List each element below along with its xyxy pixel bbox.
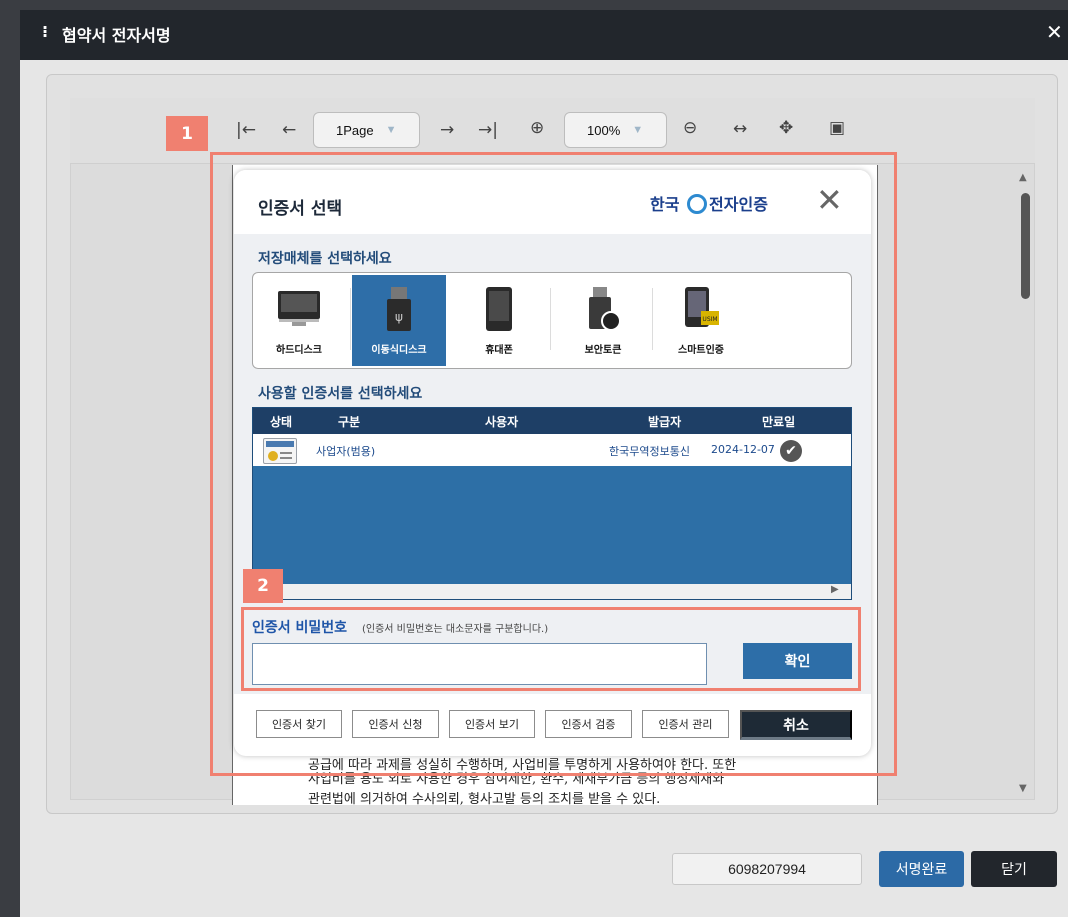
close-icon[interactable]: ✕ (816, 184, 843, 216)
storage-label-text: 휴대폰 (485, 345, 513, 356)
column-header: 발급자 (648, 415, 682, 429)
annotation-badge-1: 1 (166, 116, 208, 151)
verify-cert-button[interactable]: 인증서 검증 (545, 710, 632, 738)
svg-text:ψ: ψ (395, 310, 403, 324)
last-page-icon[interactable]: →| (478, 120, 498, 140)
cert-issuer: 한국무역정보통신 (609, 445, 690, 458)
scrollbar-thumb[interactable] (1021, 193, 1030, 299)
zoom-select[interactable]: 100% ▼ (564, 112, 667, 148)
document-text-line: 사업비를 용도 외로 사용한 경우 참여제한, 환수, 제재부가금 등의 행정제… (308, 772, 725, 787)
column-header: 구분 (338, 415, 361, 429)
zoom-select-value: 100% (587, 122, 621, 138)
apply-cert-button[interactable]: 인증서 신청 (352, 710, 439, 738)
certificate-icon (263, 438, 297, 464)
next-page-icon[interactable]: → (440, 120, 454, 140)
password-hint: (인증서 비밀번호는 대소문자를 구분합니다.) (362, 624, 549, 635)
storage-label-text: 보안토큰 (584, 345, 622, 356)
close-icon[interactable]: ✕ (1046, 20, 1063, 44)
cancel-button[interactable]: 취소 (740, 710, 852, 740)
drag-handle-icon[interactable]: ⁝ (42, 22, 48, 41)
cert-expiry: 2024-12-07 (711, 443, 775, 456)
divider (350, 288, 351, 350)
logo-text-left: 한국 (650, 195, 680, 214)
phone-icon (486, 287, 512, 331)
storage-label: 저장매체를 선택하세요 (258, 251, 392, 267)
storage-security-token[interactable]: 보안토큰 (556, 275, 650, 366)
zoom-out-icon[interactable]: ⊖ (683, 118, 697, 138)
storage-label-text: 이동식디스크 (371, 345, 427, 356)
divider (550, 288, 551, 350)
logo-text-right: 전자인증 (709, 195, 768, 214)
business-number-field: 6098207994 (672, 853, 862, 885)
password-label: 인증서 비밀번호 (252, 620, 348, 636)
move-icon[interactable]: ✥ (779, 118, 793, 138)
page-select[interactable]: 1Page ▼ (313, 112, 420, 148)
column-header: 만료일 (762, 415, 796, 429)
chevron-down-icon: ▼ (632, 124, 644, 136)
certificate-dialog-title: 인증서 선택 (258, 199, 343, 219)
view-cert-button[interactable]: 인증서 보기 (449, 710, 535, 738)
column-header: 사용자 (485, 415, 519, 429)
scroll-down-icon[interactable]: ▼ (1019, 783, 1027, 794)
divider (652, 288, 653, 350)
viewer-toolbar (70, 98, 1035, 164)
monitor-icon (278, 291, 320, 326)
scroll-up-icon[interactable]: ▲ (1019, 172, 1027, 183)
zoom-in-icon[interactable]: ⊕ (530, 118, 544, 138)
close-button[interactable]: 닫기 (971, 851, 1057, 887)
scroll-right-icon[interactable]: ▶ (831, 584, 839, 595)
check-icon: ✔ (780, 440, 802, 462)
korea-e-cert-logo: 한국 전자인증 (650, 191, 768, 215)
column-header: 상태 (270, 415, 293, 429)
modal-title: 협약서 전자서명 (62, 26, 171, 45)
annotation-badge-2: 2 (243, 569, 283, 603)
storage-removable-disk[interactable]: ψ 이동식디스크 (352, 275, 446, 366)
svg-text:USIM: USIM (702, 316, 717, 323)
sidebar-toggle-icon[interactable]: ▣ (829, 118, 845, 138)
chevron-down-icon: ▼ (385, 124, 397, 136)
manage-cert-button[interactable]: 인증서 관리 (642, 710, 729, 738)
storage-mobile-phone[interactable]: 휴대폰 (452, 275, 546, 366)
prev-page-icon[interactable]: ← (282, 120, 296, 140)
fit-width-icon[interactable]: ↔ (733, 119, 747, 139)
security-token-icon (589, 287, 621, 331)
certificate-icon-graphic (266, 441, 294, 461)
storage-label-text: 하드디스크 (276, 345, 322, 356)
smart-card-icon: USIM (685, 287, 719, 327)
confirm-button[interactable]: 확인 (743, 643, 852, 679)
cert-type: 사업자(범용) (316, 445, 376, 458)
sign-complete-button[interactable]: 서명완료 (879, 851, 964, 887)
first-page-icon[interactable]: |← (236, 120, 256, 140)
page-select-value: 1Page (336, 122, 374, 138)
storage-smart-cert[interactable]: USIM 스마트인증 (654, 275, 748, 366)
horizontal-scrollbar[interactable] (253, 584, 851, 599)
password-input[interactable] (252, 643, 707, 685)
usb-drive-icon: ψ (387, 287, 411, 331)
document-text-line: 관련법에 의거하여 수사의뢰, 형사고발 등의 조치를 받을 수 있다. (308, 792, 661, 807)
storage-label-text: 스마트인증 (678, 345, 724, 356)
find-cert-button[interactable]: 인증서 찾기 (256, 710, 342, 738)
storage-harddisk[interactable]: 하드디스크 (252, 275, 346, 366)
modal-titlebar (20, 10, 1068, 60)
cert-list-label: 사용할 인증서를 선택하세요 (258, 386, 423, 402)
logo-mark-icon (687, 194, 708, 214)
